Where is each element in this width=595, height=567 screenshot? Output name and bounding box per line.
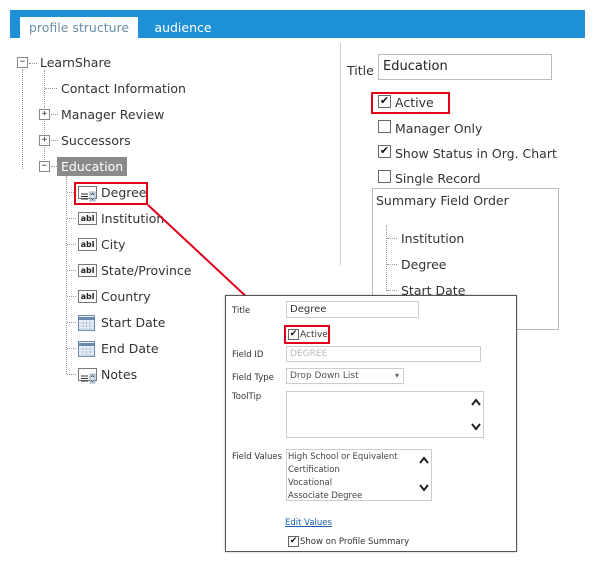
edit-values-link[interactable]: Edit Values <box>285 518 332 528</box>
field-value-item[interactable]: Associate Degree <box>288 491 362 501</box>
show-on-summary-label: Show on Profile Summary <box>300 537 410 547</box>
popup-title-label: Title <box>232 306 251 316</box>
field-type-value: Drop Down List <box>290 371 359 381</box>
show-on-summary-checkbox[interactable]: ✔ <box>288 536 299 547</box>
field-value-item[interactable]: High School or Equivalent <box>288 452 398 462</box>
tooltip-scrollbar[interactable] <box>470 396 482 434</box>
field-id-input[interactable]: DEGREE <box>286 346 481 362</box>
field-id-label: Field ID <box>232 350 264 360</box>
popup-active-highlight <box>284 325 330 344</box>
popup-title-input[interactable]: Degree <box>286 301 419 318</box>
dropdown-arrow-icon: ▾ <box>394 371 399 380</box>
tooltip-textarea[interactable] <box>286 391 484 438</box>
field-value-item[interactable]: Certification <box>288 465 340 475</box>
field-type-select[interactable]: Drop Down List ▾ <box>286 368 404 384</box>
field-type-label: Field Type <box>232 373 274 383</box>
field-value-item[interactable]: Vocational <box>288 478 332 488</box>
field-values-label: Field Values <box>232 452 283 462</box>
field-values-scrollbar[interactable] <box>418 453 430 497</box>
tooltip-label: ToolTip <box>232 392 262 402</box>
